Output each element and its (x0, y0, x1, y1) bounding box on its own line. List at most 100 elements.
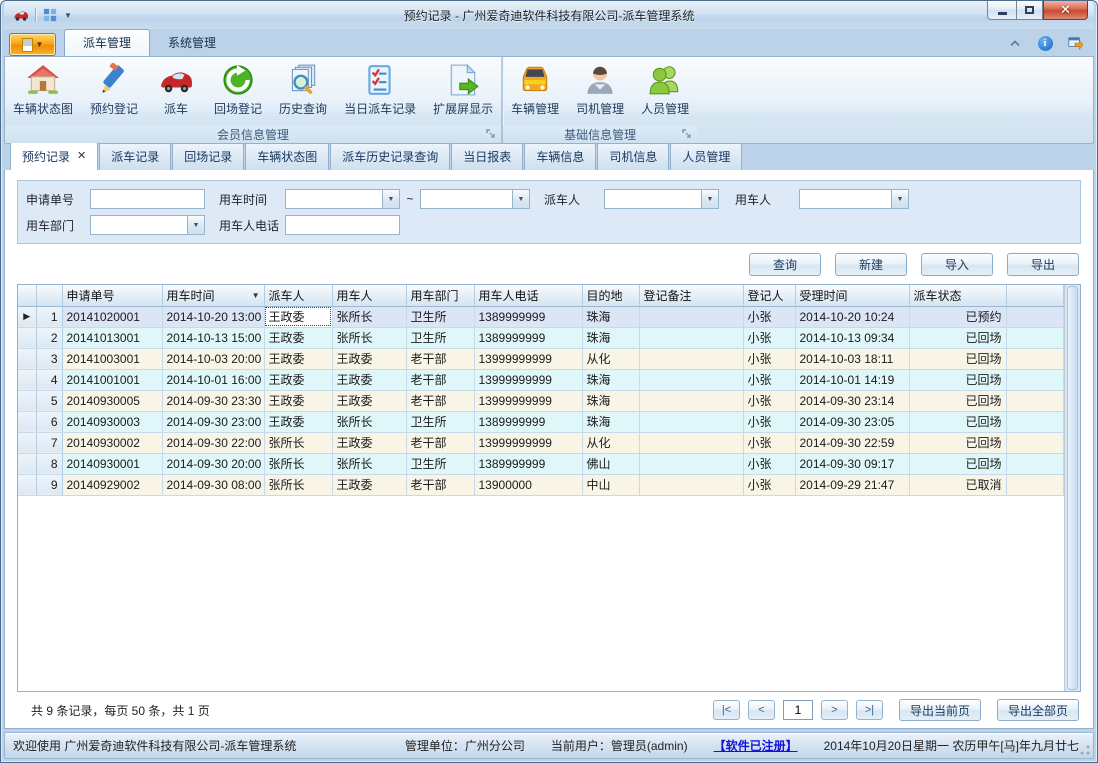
row-number[interactable]: 2 (36, 327, 62, 348)
row-number[interactable]: 5 (36, 390, 62, 411)
cell-用车人[interactable]: 张所长 (332, 327, 406, 348)
cell-目的地[interactable]: 中山 (582, 474, 639, 495)
doc-tab-车辆信息[interactable]: 车辆信息 (524, 143, 596, 170)
row-number[interactable]: 3 (36, 348, 62, 369)
cell-用车人电话[interactable]: 13999999999 (474, 390, 582, 411)
chevron-up-icon[interactable] (1006, 34, 1024, 52)
chevron-down-icon[interactable]: ▼ (512, 190, 529, 208)
request-no-input[interactable] (90, 189, 205, 209)
cell-用车人[interactable]: 王政委 (332, 348, 406, 369)
cell-派车状态[interactable]: 已回场 (909, 327, 1006, 348)
cell-登记备注[interactable] (639, 327, 743, 348)
cell-登记备注[interactable] (639, 306, 743, 327)
cell-登记备注[interactable] (639, 411, 743, 432)
vertical-scrollbar[interactable] (1064, 285, 1080, 691)
cell-派车人[interactable]: 王政委 (264, 348, 332, 369)
cell-登记人[interactable]: 小张 (743, 327, 795, 348)
row-indicator[interactable] (18, 411, 36, 432)
column-header-用车部门[interactable]: 用车部门 (406, 285, 474, 306)
cell-用车部门[interactable]: 卫生所 (406, 327, 474, 348)
cell-目的地[interactable]: 珠海 (582, 306, 639, 327)
sort-filter-icon[interactable]: ▼ (252, 291, 260, 300)
column-header-登记人[interactable]: 登记人 (743, 285, 795, 306)
column-header-登记备注[interactable]: 登记备注 (639, 285, 743, 306)
dispatcher-combobox[interactable]: ▼ (604, 189, 719, 209)
resize-grip-icon[interactable] (1080, 745, 1090, 755)
cell-派车状态[interactable]: 已回场 (909, 453, 1006, 474)
cell-申请单号[interactable]: 20140930003 (62, 411, 162, 432)
chevron-down-icon[interactable]: ▼ (382, 190, 399, 208)
cell-派车人[interactable]: 张所长 (264, 432, 332, 453)
doc-tab-当日报表[interactable]: 当日报表 (451, 143, 523, 170)
doc-tab-回场记录[interactable]: 回场记录 (172, 143, 244, 170)
cell-用车时间[interactable]: 2014-09-30 23:00 (162, 411, 264, 432)
ribbon-button-red-car[interactable]: 派车 (147, 61, 205, 119)
ribbon-button-vehicle-front[interactable]: 车辆管理 (503, 61, 567, 119)
row-number[interactable]: 7 (36, 432, 62, 453)
cell-登记人[interactable]: 小张 (743, 411, 795, 432)
cell-登记人[interactable]: 小张 (743, 432, 795, 453)
cell-用车人电话[interactable]: 13999999999 (474, 369, 582, 390)
minimize-button[interactable] (987, 1, 1016, 20)
cell-用车时间[interactable]: 2014-10-20 13:00 (162, 306, 264, 327)
doc-tab-人员管理[interactable]: 人员管理 (670, 143, 742, 170)
row-number[interactable]: 6 (36, 411, 62, 432)
new-button[interactable]: 新建 (835, 253, 907, 276)
user-phone-input[interactable] (285, 215, 400, 235)
export-current-page-button[interactable]: 导出当前页 (899, 699, 981, 721)
cell-派车人[interactable]: 张所长 (264, 474, 332, 495)
column-header-目的地[interactable]: 目的地 (582, 285, 639, 306)
row-indicator[interactable] (18, 327, 36, 348)
export-all-pages-button[interactable]: 导出全部页 (997, 699, 1079, 721)
use-time-from-combobox[interactable]: ▼ (285, 189, 400, 209)
row-indicator[interactable] (18, 453, 36, 474)
cell-用车部门[interactable]: 卫生所 (406, 453, 474, 474)
ribbon-tab-system[interactable]: 系统管理 (150, 30, 234, 56)
dialog-launcher-icon[interactable] (682, 129, 693, 140)
cell-用车人[interactable]: 王政委 (332, 432, 406, 453)
cell-用车部门[interactable]: 老干部 (406, 348, 474, 369)
ribbon-button-people[interactable]: 人员管理 (633, 61, 697, 119)
column-header-用车人[interactable]: 用车人 (332, 285, 406, 306)
import-button[interactable]: 导入 (921, 253, 993, 276)
row-number[interactable]: 4 (36, 369, 62, 390)
ribbon-button-recycle[interactable]: 回场登记 (206, 61, 270, 119)
maximize-button[interactable] (1016, 1, 1043, 20)
license-link[interactable]: 【软件已注册】 (714, 737, 798, 754)
cell-用车时间[interactable]: 2014-09-30 22:00 (162, 432, 264, 453)
row-indicator[interactable] (18, 432, 36, 453)
cell-登记人[interactable]: 小张 (743, 453, 795, 474)
cell-申请单号[interactable]: 20140930001 (62, 453, 162, 474)
cell-受理时间[interactable]: 2014-09-29 21:47 (795, 474, 909, 495)
pager-first-button[interactable]: |< (713, 700, 740, 720)
cell-派车状态[interactable]: 已预约 (909, 306, 1006, 327)
cell-申请单号[interactable]: 20140930005 (62, 390, 162, 411)
ribbon-button-history-search[interactable]: 历史查询 (271, 61, 335, 119)
cell-受理时间[interactable]: 2014-10-03 18:11 (795, 348, 909, 369)
pager-prev-button[interactable]: < (748, 700, 775, 720)
row-indicator[interactable] (18, 348, 36, 369)
cell-登记备注[interactable] (639, 474, 743, 495)
column-header-派车人[interactable]: 派车人 (264, 285, 332, 306)
column-header-受理时间[interactable]: 受理时间 (795, 285, 909, 306)
cell-目的地[interactable]: 珠海 (582, 327, 639, 348)
ribbon-button-checklist[interactable]: 当日派车记录 (336, 61, 424, 119)
cell-用车人[interactable]: 张所长 (332, 411, 406, 432)
cell-用车时间[interactable]: 2014-09-30 20:00 (162, 453, 264, 474)
cell-用车人电话[interactable]: 1389999999 (474, 411, 582, 432)
cell-登记人[interactable]: 小张 (743, 390, 795, 411)
row-indicator[interactable]: ▶ (18, 306, 36, 327)
cell-用车时间[interactable]: 2014-09-30 08:00 (162, 474, 264, 495)
cell-派车人[interactable]: 王政委 (264, 390, 332, 411)
pager-next-button[interactable]: > (821, 700, 848, 720)
row-number[interactable]: 8 (36, 453, 62, 474)
cell-登记备注[interactable] (639, 453, 743, 474)
use-time-to-combobox[interactable]: ▼ (420, 189, 530, 209)
column-header-派车状态[interactable]: 派车状态 (909, 285, 1006, 306)
row-indicator[interactable] (18, 390, 36, 411)
cell-目的地[interactable]: 佛山 (582, 453, 639, 474)
cell-派车状态[interactable]: 已回场 (909, 390, 1006, 411)
close-button[interactable]: ✕ (1043, 1, 1088, 20)
cell-派车人[interactable]: 王政委 (264, 411, 332, 432)
cell-目的地[interactable]: 珠海 (582, 411, 639, 432)
